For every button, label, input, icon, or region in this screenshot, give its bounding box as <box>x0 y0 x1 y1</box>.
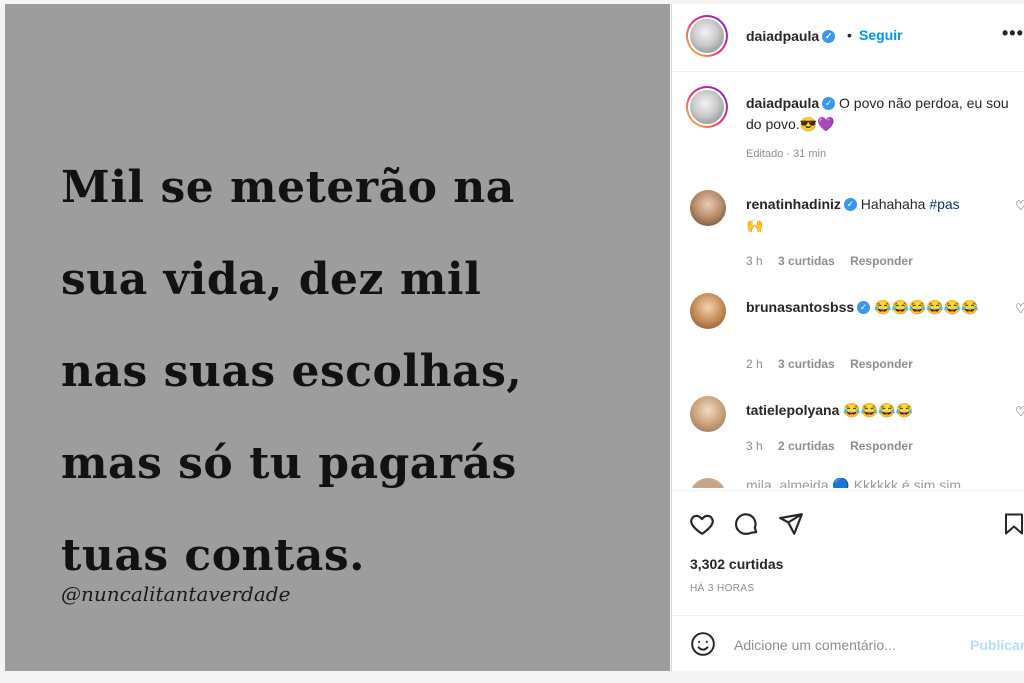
comment-likes[interactable]: 3 curtidas <box>778 254 835 268</box>
heart-icon[interactable] <box>688 511 716 542</box>
heart-icon[interactable]: ♡ <box>1015 301 1024 317</box>
comment-body-emoji: 🙌 <box>746 217 764 233</box>
avatar[interactable] <box>686 15 728 57</box>
quote-line: mas só tu pagarás <box>61 438 517 489</box>
quote-line: sua vida, dez mil <box>61 254 482 305</box>
comment-text: mila_almeida 🔵 Kkkkkk é sim sim <box>746 478 962 488</box>
comment-meta: 3 h 2 curtidas Responder <box>746 439 925 453</box>
heart-icon[interactable]: ♡ <box>1015 404 1024 420</box>
comment-time: 2 h <box>746 357 763 371</box>
comment-item-partial: mila_almeida 🔵 Kkkkkk é sim sim <box>672 478 1024 488</box>
comment-time: 3 h <box>746 439 763 453</box>
avatar[interactable] <box>690 293 726 329</box>
more-horizontal-icon[interactable]: ••• <box>1002 23 1024 44</box>
comment-text: tatielepolyana 😂😂😂😂 <box>746 400 1006 421</box>
caption-meta: Editado · 31 min <box>746 148 827 160</box>
comment-input[interactable] <box>734 634 954 656</box>
comment-meta: 2 h 3 curtidas Responder <box>746 357 925 371</box>
caption: daiadpaula ✓ O povo não perdoa, eu sou do… <box>746 93 1011 135</box>
quote-text: Mil se meterão na sua vida, dez mil nas … <box>61 142 651 602</box>
comment-username[interactable]: brunasantosbss <box>746 299 854 315</box>
caption-avatar[interactable] <box>686 86 728 128</box>
send-icon[interactable] <box>778 511 804 542</box>
post-timestamp: HÁ 3 HORAS <box>690 583 755 594</box>
reply-button[interactable]: Responder <box>850 357 913 371</box>
caption-username[interactable]: daiadpaula <box>746 95 819 111</box>
reply-button[interactable]: Responder <box>850 254 913 268</box>
avatar[interactable] <box>690 190 726 226</box>
bookmark-icon[interactable] <box>1002 511 1024 542</box>
quote-line: Mil se meterão na <box>61 162 515 213</box>
comment-icon[interactable] <box>734 511 760 542</box>
post-side-panel: daiadpaula ✓ • Seguir ••• daiadpaula ✓ O p… <box>671 4 1024 671</box>
heart-icon[interactable]: ♡ <box>1015 198 1024 214</box>
comment-body: 😂😂😂😂😂😂 <box>874 299 979 315</box>
hashtag-link[interactable]: #pas <box>929 196 959 212</box>
add-comment-bar: Publicar <box>672 615 1024 671</box>
post-header: daiadpaula ✓ • Seguir ••• <box>672 4 1024 72</box>
avatar[interactable] <box>690 396 726 432</box>
follow-button[interactable]: Seguir <box>859 27 903 43</box>
verified-badge-icon: ✓ <box>822 96 836 110</box>
likes-count[interactable]: 3,302 curtidas <box>690 556 783 572</box>
comment-username[interactable]: tatielepolyana <box>746 402 839 418</box>
post-image[interactable]: Mil se meterão na sua vida, dez mil nas … <box>5 4 670 671</box>
publish-button[interactable]: Publicar <box>970 637 1024 653</box>
comment-text: renatinhadiniz ✓ Hahahaha #pas 🙌 <box>746 194 1006 236</box>
quote-credit: @nuncalitantaverdade <box>61 582 291 606</box>
separator-dot: • <box>847 27 852 43</box>
comment-meta: 3 h 3 curtidas Responder <box>746 254 925 268</box>
comment-time: 3 h <box>746 254 763 268</box>
comment-likes[interactable]: 3 curtidas <box>778 357 835 371</box>
comment-likes[interactable]: 2 curtidas <box>778 439 835 453</box>
verified-badge-icon: ✓ <box>822 29 836 43</box>
smiley-icon[interactable] <box>690 631 716 662</box>
comment-username[interactable]: renatinhadiniz <box>746 196 841 212</box>
verified-badge-icon: ✓ <box>843 197 857 211</box>
comment-body: Hahahaha <box>860 196 930 212</box>
avatar[interactable] <box>690 478 726 488</box>
verified-badge-icon: ✓ <box>857 300 871 314</box>
instagram-post-window: Mil se meterão na sua vida, dez mil nas … <box>0 0 1024 683</box>
comment-body: 😂😂😂😂 <box>843 402 913 418</box>
reply-button[interactable]: Responder <box>850 439 913 453</box>
comment-text: brunasantosbss ✓ 😂😂😂😂😂😂 <box>746 297 1006 318</box>
username-link[interactable]: daiadpaula <box>746 28 819 44</box>
header-username[interactable]: daiadpaula ✓ <box>746 28 836 44</box>
quote-line: nas suas escolhas, <box>61 346 523 397</box>
